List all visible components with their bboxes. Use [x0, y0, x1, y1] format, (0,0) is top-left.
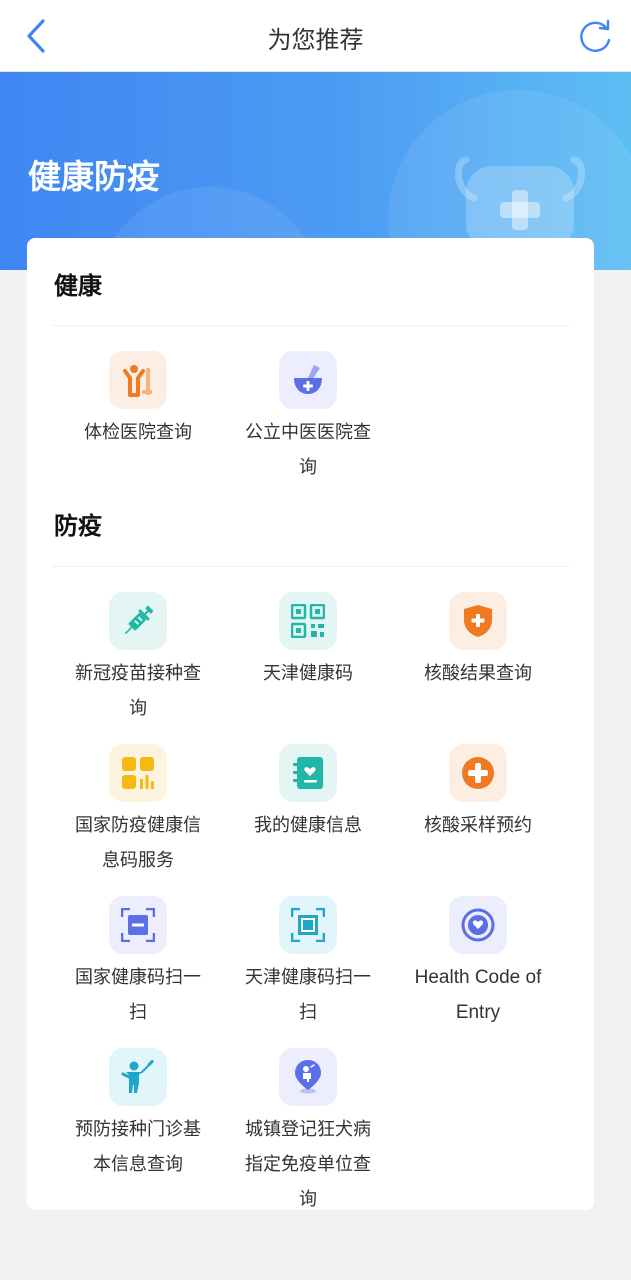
service-national-code-scan[interactable]: 国家健康码扫一扫	[53, 896, 223, 1030]
vaccine-syringe-icon	[124, 605, 154, 635]
grid-code-icon	[122, 757, 154, 789]
service-checkup-hospital[interactable]: 体检医院查询	[53, 351, 223, 450]
child-vaccination-icon	[121, 1059, 154, 1093]
health-record-icon	[293, 757, 323, 789]
rabies-location-icon	[295, 1060, 321, 1094]
service-tcm-hospital[interactable]: 公立中医医院查询	[223, 351, 393, 485]
medical-cross-icon	[462, 757, 494, 789]
scan-frame-icon	[291, 908, 325, 942]
refresh-button[interactable]	[575, 16, 615, 56]
service-label: 我的健康信息	[254, 815, 362, 836]
top-bar: 为您推荐	[0, 0, 631, 72]
service-my-health-info[interactable]: 我的健康信息	[223, 744, 393, 843]
service-rabies-units[interactable]: 城镇登记狂犬病指定免疫单位查询	[223, 1048, 393, 1217]
section-title-health: 健康	[54, 272, 102, 300]
service-label: 天津健康码扫一扫	[245, 967, 371, 1023]
service-health-code-entry[interactable]: Health Code of Entry	[393, 896, 563, 1030]
service-label: 新冠疫苗接种查询	[75, 663, 201, 719]
service-nucleic-result[interactable]: 核酸结果查询	[393, 592, 563, 691]
refresh-icon	[580, 19, 611, 52]
service-tianjin-health-code[interactable]: 天津健康码	[223, 592, 393, 691]
service-label: 核酸采样预约	[424, 815, 532, 836]
service-label: 国家健康码扫一扫	[75, 967, 201, 1023]
service-national-health-code[interactable]: 国家防疫健康信息码服务	[53, 744, 223, 878]
divider	[52, 325, 569, 326]
hospital-checkup-icon	[123, 365, 152, 397]
service-label: 体检医院查询	[84, 422, 192, 443]
section-title-epidemic: 防疫	[54, 512, 102, 540]
qr-code-icon	[291, 604, 325, 638]
face-mask-illustration	[455, 156, 585, 250]
page-title: 为您推荐	[267, 26, 364, 54]
service-label: 核酸结果查询	[424, 663, 532, 684]
divider	[52, 566, 569, 567]
tcm-mortar-icon	[294, 365, 322, 394]
service-nucleic-booking[interactable]: 核酸采样预约	[393, 744, 563, 843]
service-label: 城镇登记狂犬病指定免疫单位查询	[245, 1119, 371, 1210]
banner-title: 健康防疫	[28, 157, 160, 196]
shield-plus-icon	[464, 605, 492, 637]
service-label: 天津健康码	[263, 663, 353, 684]
service-label: 公立中医医院查询	[245, 422, 371, 478]
scan-icon	[121, 908, 155, 942]
services-card: 健康 体检医院查询 公立中医医院查询 防疫 新冠疫苗接种查询 天津健康码 核酸结…	[27, 238, 594, 1210]
service-tianjin-code-scan[interactable]: 天津健康码扫一扫	[223, 896, 393, 1030]
service-covid-vaccine[interactable]: 新冠疫苗接种查询	[53, 592, 223, 726]
service-label: 预防接种门诊基本信息查询	[75, 1119, 201, 1175]
service-label: 国家防疫健康信息码服务	[75, 815, 201, 871]
service-vaccination-clinic[interactable]: 预防接种门诊基本信息查询	[53, 1048, 223, 1182]
heart-badge-icon	[461, 908, 495, 942]
service-label: Health Code of Entry	[414, 967, 542, 1023]
